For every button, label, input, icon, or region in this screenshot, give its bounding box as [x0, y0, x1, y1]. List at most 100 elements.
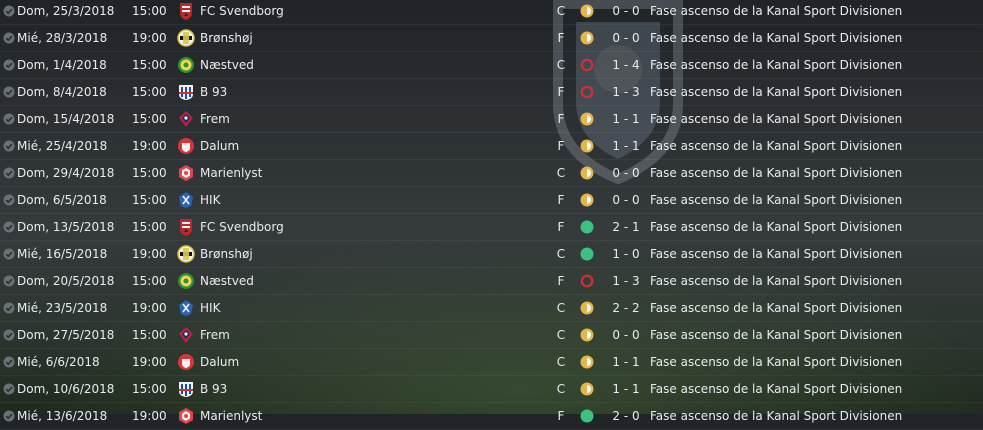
venue-indicator: F — [557, 85, 565, 99]
match-score-link[interactable]: 2 - 0 — [611, 403, 641, 429]
fixture-row[interactable]: Dom, 13/5/2018 15:00 FC Svendborg F 2 - 1 Fas… — [0, 214, 983, 241]
svendborg-crest-icon — [177, 2, 195, 20]
opponent-team-link[interactable]: FC Svendborg — [200, 0, 284, 24]
competition-link[interactable]: Fase ascenso de la Kanal Sport Divisione… — [650, 160, 902, 186]
fixture-row[interactable]: Mié, 28/3/2018 19:00 Brønshøj F 0 - 0 Fase as… — [0, 25, 983, 52]
hik-crest-icon — [177, 299, 195, 317]
check-circle-icon — [3, 194, 15, 206]
match-score-link[interactable]: 0 - 0 — [611, 25, 641, 51]
draw-result-icon — [580, 166, 594, 180]
check-circle-icon — [3, 248, 15, 260]
competition-link[interactable]: Fase ascenso de la Kanal Sport Divisione… — [650, 133, 902, 159]
competition-link[interactable]: Fase ascenso de la Kanal Sport Divisione… — [650, 25, 902, 51]
fixture-row[interactable]: Dom, 25/3/2018 15:00 FC Svendborg C 0 - 0 Fas… — [0, 0, 983, 25]
b93-crest-icon — [177, 380, 195, 398]
competition-link[interactable]: Fase ascenso de la Kanal Sport Divisione… — [650, 79, 902, 105]
competition-link[interactable]: Fase ascenso de la Kanal Sport Divisione… — [650, 214, 902, 240]
opponent-team-link[interactable]: Marienlyst — [200, 160, 262, 186]
opponent-team-link[interactable]: Brønshøj — [200, 25, 253, 51]
fixture-date: Dom, 8/4/2018 — [17, 85, 107, 99]
competition-link[interactable]: Fase ascenso de la Kanal Sport Divisione… — [650, 322, 902, 348]
fixture-row[interactable]: Mié, 23/5/2018 19:00 HIK C 2 - 2 Fase ascenso… — [0, 295, 983, 322]
fixture-time: 19:00 — [132, 247, 167, 261]
frem-crest-icon — [177, 326, 195, 344]
fixture-row[interactable]: Mié, 6/6/2018 19:00 Dalum C 1 - 1 Fase ascens… — [0, 349, 983, 376]
opponent-team-link[interactable]: HIK — [200, 295, 220, 321]
opponent-team-link[interactable]: Dalum — [200, 349, 239, 375]
venue-indicator: C — [556, 4, 566, 18]
match-score-link[interactable]: 1 - 1 — [611, 376, 641, 402]
venue-indicator: F — [557, 31, 565, 45]
draw-result-icon — [580, 193, 594, 207]
fixture-time: 15:00 — [132, 193, 167, 207]
competition-link[interactable]: Fase ascenso de la Kanal Sport Divisione… — [650, 403, 902, 429]
competition-link[interactable]: Fase ascenso de la Kanal Sport Divisione… — [650, 268, 902, 294]
fixture-row[interactable]: Dom, 15/4/2018 15:00 Frem F 1 - 1 Fase ascens… — [0, 106, 983, 133]
fixture-row[interactable]: Dom, 10/6/2018 15:00 B 93 C 1 - 1 Fase ascens… — [0, 376, 983, 403]
check-circle-icon — [3, 329, 15, 341]
fixture-row[interactable]: Dom, 8/4/2018 15:00 B 93 F 1 - 3 Fase ascenso… — [0, 79, 983, 106]
check-circle-icon — [3, 383, 15, 395]
match-score-link[interactable]: 2 - 2 — [611, 295, 641, 321]
opponent-team-link[interactable]: B 93 — [200, 376, 227, 402]
check-circle-icon — [3, 113, 15, 125]
match-score-link[interactable]: 0 - 0 — [611, 187, 641, 213]
match-score-link[interactable]: 0 - 0 — [611, 0, 641, 24]
opponent-team-link[interactable]: Næstved — [200, 268, 254, 294]
opponent-team-link[interactable]: Næstved — [200, 52, 254, 78]
fixture-time: 19:00 — [132, 409, 167, 423]
match-score-link[interactable]: 0 - 0 — [611, 160, 641, 186]
venue-indicator: F — [557, 112, 565, 126]
match-score-link[interactable]: 1 - 3 — [611, 268, 641, 294]
match-score-link[interactable]: 1 - 1 — [611, 106, 641, 132]
dalum-crest-icon — [177, 353, 195, 371]
match-score-link[interactable]: 1 - 0 — [611, 241, 641, 267]
fixture-row[interactable]: Dom, 6/5/2018 15:00 HIK F 0 - 0 Fase ascenso … — [0, 187, 983, 214]
match-score-link[interactable]: 2 - 1 — [611, 214, 641, 240]
competition-link[interactable]: Fase ascenso de la Kanal Sport Divisione… — [650, 106, 902, 132]
draw-result-icon — [580, 112, 594, 126]
opponent-team-link[interactable]: Dalum — [200, 133, 239, 159]
check-circle-icon — [3, 275, 15, 287]
hik-crest-icon — [177, 191, 195, 209]
fixture-row[interactable]: Dom, 29/4/2018 15:00 Marienlyst C 0 - 0 Fase … — [0, 160, 983, 187]
venue-indicator: C — [556, 301, 566, 315]
competition-link[interactable]: Fase ascenso de la Kanal Sport Divisione… — [650, 376, 902, 402]
competition-link[interactable]: Fase ascenso de la Kanal Sport Divisione… — [650, 52, 902, 78]
fixture-row[interactable]: Dom, 1/4/2018 15:00 Næstved C 1 - 4 Fase asce… — [0, 52, 983, 79]
marienlyst-crest-icon — [177, 407, 195, 425]
draw-result-icon — [580, 4, 594, 18]
competition-link[interactable]: Fase ascenso de la Kanal Sport Divisione… — [650, 295, 902, 321]
opponent-team-link[interactable]: B 93 — [200, 79, 227, 105]
opponent-team-link[interactable]: Frem — [200, 322, 230, 348]
match-score-link[interactable]: 1 - 4 — [611, 52, 641, 78]
match-score-link[interactable]: 1 - 1 — [611, 133, 641, 159]
fixture-time: 15:00 — [132, 328, 167, 342]
competition-link[interactable]: Fase ascenso de la Kanal Sport Divisione… — [650, 241, 902, 267]
fixture-date: Mié, 13/6/2018 — [17, 409, 108, 423]
opponent-team-link[interactable]: FC Svendborg — [200, 214, 284, 240]
fixture-row[interactable]: Mié, 13/6/2018 19:00 Marienlyst F 2 - 0 Fase … — [0, 403, 983, 430]
venue-indicator: C — [556, 355, 566, 369]
naestved-crest-icon — [177, 272, 195, 290]
fixture-row[interactable]: Dom, 27/5/2018 15:00 Frem C 0 - 0 Fase ascens… — [0, 322, 983, 349]
venue-indicator: C — [556, 58, 566, 72]
b93-crest-icon — [177, 83, 195, 101]
win-result-icon — [580, 409, 594, 423]
opponent-team-link[interactable]: Brønshøj — [200, 241, 253, 267]
fixture-row[interactable]: Dom, 20/5/2018 15:00 Næstved F 1 - 3 Fase asc… — [0, 268, 983, 295]
opponent-team-link[interactable]: Marienlyst — [200, 403, 262, 429]
fixture-row[interactable]: Mié, 16/5/2018 19:00 Brønshøj C 1 - 0 Fase as… — [0, 241, 983, 268]
match-score-link[interactable]: 1 - 1 — [611, 349, 641, 375]
competition-link[interactable]: Fase ascenso de la Kanal Sport Divisione… — [650, 187, 902, 213]
competition-link[interactable]: Fase ascenso de la Kanal Sport Divisione… — [650, 0, 902, 24]
opponent-team-link[interactable]: HIK — [200, 187, 220, 213]
match-score-link[interactable]: 1 - 3 — [611, 79, 641, 105]
venue-indicator: F — [557, 220, 565, 234]
bronshoj-crest-icon — [177, 245, 195, 263]
competition-link[interactable]: Fase ascenso de la Kanal Sport Divisione… — [650, 349, 902, 375]
opponent-team-link[interactable]: Frem — [200, 106, 230, 132]
match-score-link[interactable]: 0 - 0 — [611, 322, 641, 348]
fixture-time: 15:00 — [132, 4, 167, 18]
fixture-row[interactable]: Mié, 25/4/2018 19:00 Dalum F 1 - 1 Fase ascen… — [0, 133, 983, 160]
